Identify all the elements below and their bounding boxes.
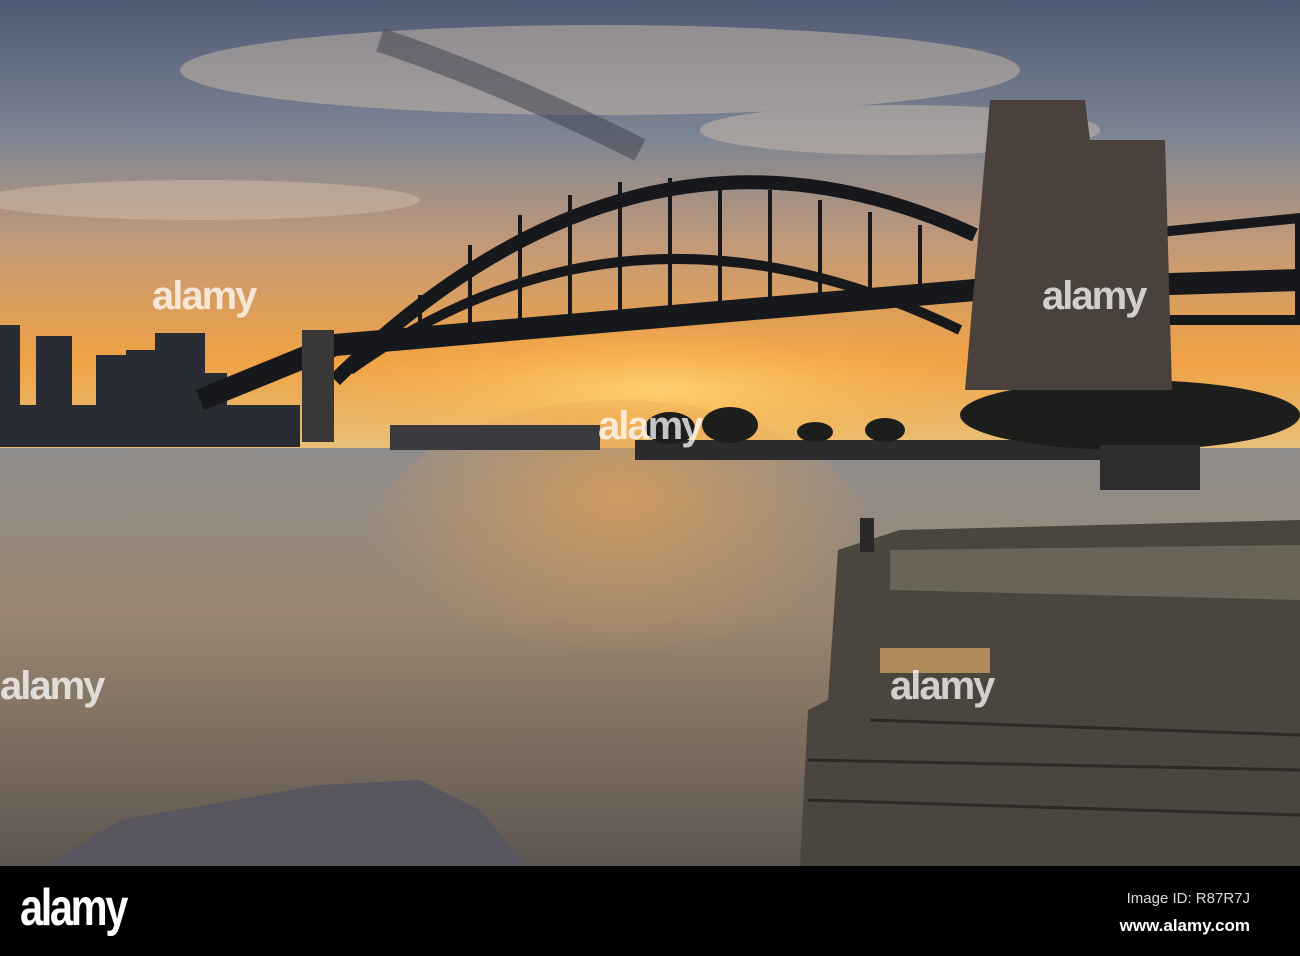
- ferry-wharf: [1100, 445, 1200, 490]
- left-pylon: [302, 330, 334, 442]
- footer-bar: alamy Image ID: R87R7J www.alamy.com: [0, 866, 1300, 956]
- alamy-logo: alamy: [20, 879, 128, 937]
- photo-stage: alamy alamy alamy alamy alamy alamy Imag…: [0, 0, 1300, 956]
- watermark: alamy: [890, 664, 995, 708]
- watermark: alamy: [598, 404, 703, 448]
- image-id: Image ID: R87R7J: [1126, 890, 1250, 907]
- watermark: alamy: [152, 274, 257, 318]
- watermark: alamy: [1042, 274, 1147, 318]
- watermark: alamy: [0, 664, 105, 708]
- site-url: www.alamy.com: [1119, 916, 1250, 935]
- right-pylon: [965, 100, 1172, 390]
